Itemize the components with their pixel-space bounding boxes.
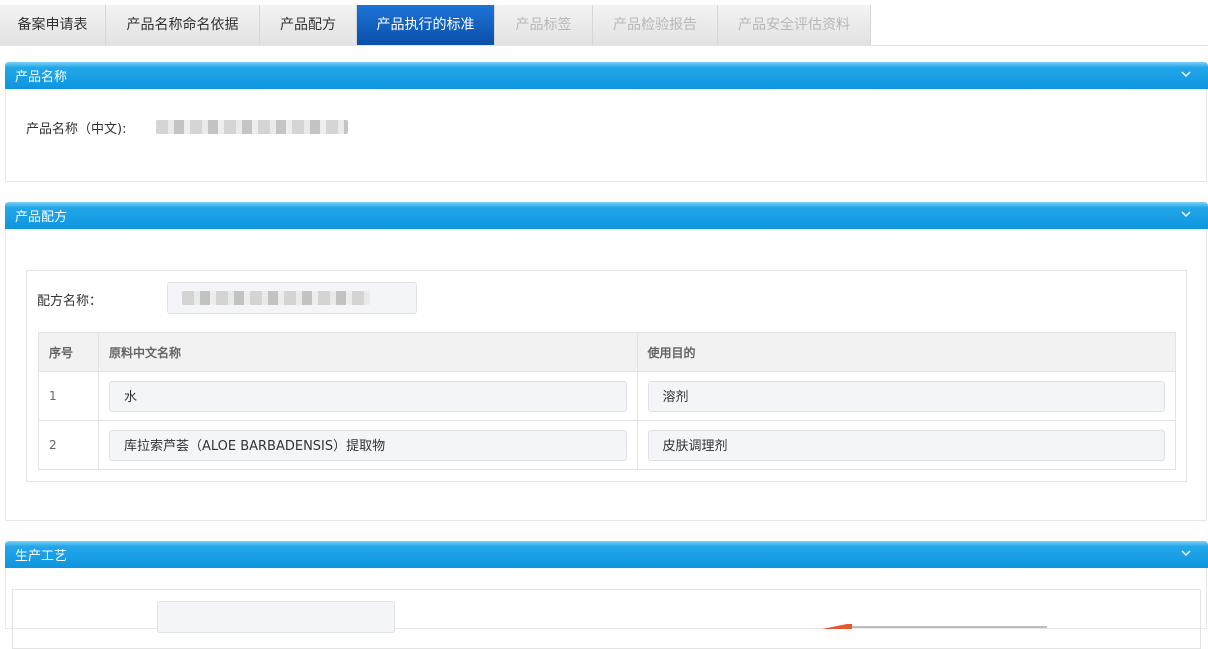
scroll-indicator [822, 624, 1047, 629]
panel-header[interactable]: 生产工艺 [5, 541, 1208, 568]
row-index: 2 [38, 420, 99, 470]
panel-title: 产品名称 [15, 70, 68, 85]
process-field[interactable] [157, 601, 395, 633]
formula-box: 配方名称： 序号 原料中文名称 使用目的 1 水 溶剂 2 库拉索芦荟（ALOE… [26, 270, 1187, 482]
purpose-cell: 皮肤调理剂 [636, 420, 1177, 470]
ingredient-cell: 库拉索芦荟（ALOE BARBADENSIS）提取物 [97, 420, 638, 470]
tab-product-formula[interactable]: 产品配方 [260, 5, 357, 45]
formula-name-value-redacted [182, 291, 370, 305]
panel-title: 生产工艺 [15, 549, 68, 564]
purpose-field[interactable]: 溶剂 [647, 380, 1165, 412]
col-ingredient-header: 原料中文名称 [97, 332, 638, 372]
chevron-down-icon[interactable] [1180, 547, 1192, 559]
purpose-cell: 溶剂 [636, 371, 1177, 421]
process-box [12, 589, 1201, 649]
ingredient-table: 序号 原料中文名称 使用目的 1 水 溶剂 2 库拉索芦荟（ALOE BARBA… [38, 332, 1177, 470]
formula-panel: 产品配方 配方名称： 序号 原料中文名称 使用目的 1 水 溶剂 2 库拉索芦荟… [5, 202, 1208, 521]
ingredient-field[interactable]: 库拉索芦荟（ALOE BARBADENSIS）提取物 [108, 429, 627, 461]
ingredient-field[interactable]: 水 [108, 380, 627, 412]
panel-header[interactable]: 产品名称 [5, 62, 1208, 89]
panel-title: 产品配方 [15, 210, 68, 225]
tab-product-naming-basis[interactable]: 产品名称命名依据 [106, 5, 260, 45]
tab-bar: 备案申请表 产品名称命名依据 产品配方 产品执行的标准 产品标签 产品检验报告 … [0, 0, 1208, 46]
row-index: 1 [38, 371, 99, 421]
tab-product-label: 产品标签 [495, 5, 593, 45]
table-row: 1 水 溶剂 [38, 371, 1177, 421]
tab-safety-assessment: 产品安全评估资料 [718, 5, 871, 45]
formula-name-label: 配方名称： [37, 294, 103, 309]
tab-inspection-report: 产品检验报告 [593, 5, 718, 45]
col-index-header: 序号 [38, 332, 99, 372]
col-purpose-header: 使用目的 [636, 332, 1177, 372]
ingredient-cell: 水 [97, 371, 638, 421]
process-panel: 生产工艺 [5, 541, 1208, 649]
tab-filing-application[interactable]: 备案申请表 [0, 5, 106, 45]
product-name-value-redacted [156, 120, 348, 134]
chevron-down-icon[interactable] [1180, 208, 1192, 220]
chevron-down-icon[interactable] [1180, 68, 1192, 80]
product-name-panel: 产品名称 产品名称（中文): [5, 62, 1208, 182]
formula-name-field[interactable] [167, 282, 417, 314]
table-row: 2 库拉索芦荟（ALOE BARBADENSIS）提取物 皮肤调理剂 [38, 420, 1177, 470]
tab-product-standard[interactable]: 产品执行的标准 [357, 5, 495, 45]
panel-header[interactable]: 产品配方 [5, 202, 1208, 229]
table-header-row: 序号 原料中文名称 使用目的 [38, 332, 1177, 372]
purpose-field[interactable]: 皮肤调理剂 [647, 429, 1165, 461]
cn-name-label: 产品名称（中文): [26, 122, 127, 137]
